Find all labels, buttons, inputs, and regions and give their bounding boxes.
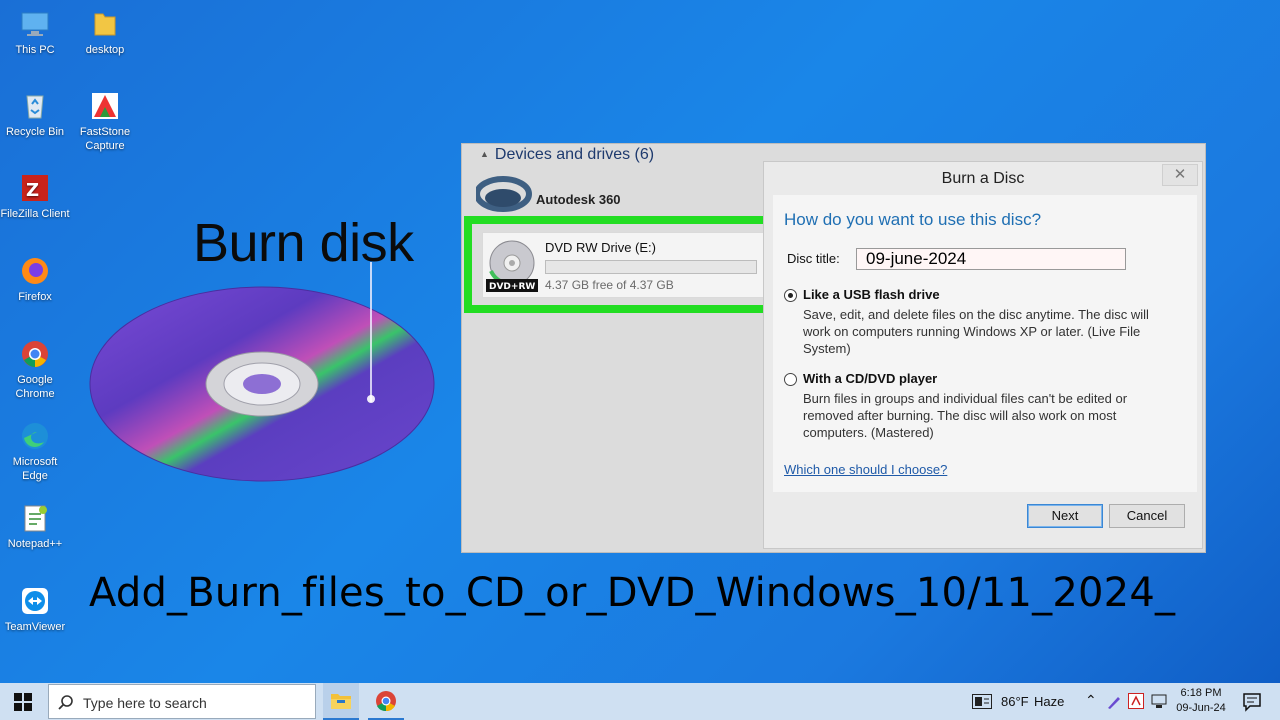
help-link[interactable]: Which one should I choose? bbox=[784, 462, 947, 477]
desktop-icon-label: TeamViewer bbox=[4, 621, 66, 633]
dialog-body: How do you want to use this disc? Disc t… bbox=[773, 195, 1197, 492]
search-icon bbox=[58, 695, 73, 710]
desktop-icon-edge[interactable]: Microsoft Edge bbox=[0, 420, 70, 483]
burn-disc-dialog: Burn a Disc ✕ How do you want to use thi… bbox=[763, 161, 1203, 549]
filezilla-icon: Z bbox=[19, 172, 51, 204]
search-placeholder: Type here to search bbox=[83, 695, 207, 711]
folder-icon bbox=[89, 8, 121, 40]
pen-icon[interactable] bbox=[1106, 694, 1122, 710]
cd-option-heading: With a CD/DVD player bbox=[803, 371, 938, 386]
autodesk-360-item[interactable]: Autodesk 360 bbox=[476, 174, 756, 218]
svg-text:Z: Z bbox=[26, 180, 39, 201]
taskbar-clock[interactable]: 6:18 PM 09-Jun-24 bbox=[1172, 686, 1230, 716]
option-usb-flash-drive[interactable]: Like a USB flash drive Save, edit, and d… bbox=[784, 287, 1184, 359]
this-pc-icon bbox=[19, 8, 51, 40]
taskbar: Type here to search 86°F Haze ⌃ 6:18 PM … bbox=[0, 683, 1280, 720]
desktop-icon-label: This PC bbox=[15, 44, 55, 56]
taskbar-search-box[interactable]: Type here to search bbox=[48, 684, 316, 719]
taskbar-chrome[interactable] bbox=[368, 683, 404, 720]
faststone-icon bbox=[89, 90, 121, 122]
cd-option-radio[interactable] bbox=[784, 373, 797, 386]
desktop-icon-label: desktop bbox=[85, 44, 125, 56]
notification-icon[interactable] bbox=[1242, 692, 1262, 712]
drive-usage-bar bbox=[545, 260, 757, 274]
desktop-icon-label: Recycle Bin bbox=[5, 126, 65, 138]
windows-start-icon[interactable] bbox=[14, 693, 32, 711]
teamviewer-icon bbox=[19, 585, 51, 617]
desktop-icon-label: Notepad++ bbox=[7, 538, 63, 550]
desktop-icon-chrome[interactable]: Google Chrome bbox=[0, 338, 70, 401]
usb-option-description: Save, edit, and delete files on the disc… bbox=[803, 307, 1149, 356]
chrome-icon bbox=[19, 338, 51, 370]
cd-option-description: Burn files in groups and individual file… bbox=[803, 391, 1128, 440]
desktop-icon-firefox[interactable]: Firefox bbox=[0, 255, 70, 304]
autodesk-360-label: Autodesk 360 bbox=[536, 192, 621, 207]
desktop-icon-label: Google Chrome bbox=[15, 374, 55, 400]
dvd-rw-drive-item[interactable]: DVD+RW DVD RW Drive (E:) 4.37 GB free of… bbox=[482, 232, 767, 298]
clock-time: 6:18 PM bbox=[1180, 687, 1222, 699]
clock-date: 09-Jun-24 bbox=[1176, 702, 1226, 714]
desktop-icon-desktop-folder[interactable]: desktop bbox=[70, 8, 140, 57]
desktop-icon-recycle-bin[interactable]: Recycle Bin bbox=[0, 90, 70, 139]
network-icon[interactable] bbox=[1151, 694, 1167, 709]
autodesk-360-icon bbox=[476, 176, 532, 212]
notepadpp-icon bbox=[19, 502, 51, 534]
desktop-icon-notepadpp[interactable]: Notepad++ bbox=[0, 502, 70, 551]
edge-icon bbox=[19, 420, 51, 452]
chrome-icon bbox=[376, 691, 396, 712]
usb-option-radio[interactable] bbox=[784, 289, 797, 302]
next-button[interactable]: Next bbox=[1027, 504, 1103, 528]
cancel-button[interactable]: Cancel bbox=[1109, 504, 1185, 528]
desktop-icon-label: FileZilla Client bbox=[0, 208, 70, 220]
devices-and-drives-header[interactable]: ▲ Devices and drives (6) bbox=[480, 146, 654, 164]
cd-disc-illustration bbox=[89, 262, 435, 482]
devices-header-label: Devices and drives (6) bbox=[494, 146, 655, 163]
desktop-icon-teamviewer[interactable]: TeamViewer bbox=[0, 585, 70, 634]
recycle-bin-icon bbox=[19, 90, 51, 122]
show-hidden-icons-chevron-icon[interactable]: ⌃ bbox=[1085, 692, 1097, 709]
desktop-icon-this-pc[interactable]: This PC bbox=[0, 8, 70, 57]
option-cd-dvd-player[interactable]: With a CD/DVD player Burn files in group… bbox=[784, 371, 1184, 443]
weather-description[interactable]: Haze bbox=[1034, 694, 1064, 709]
weather-temperature[interactable]: 86°F bbox=[1001, 694, 1029, 709]
svg-text:DVD+RW: DVD+RW bbox=[489, 282, 535, 292]
drive-name: DVD RW Drive (E:) bbox=[545, 240, 656, 255]
file-explorer-panel: ▲ Devices and drives (6) Autodesk 360 DVD… bbox=[461, 143, 1206, 553]
disc-title-label: Disc title: bbox=[787, 251, 840, 266]
desktop-icon-label: Firefox bbox=[18, 291, 52, 303]
close-icon[interactable]: ✕ bbox=[1162, 164, 1198, 186]
video-caption: Add_Burn_files_to_CD_or_DVD_Windows_10/1… bbox=[89, 570, 1176, 616]
desktop-icon-label: FastStone Capture bbox=[79, 126, 131, 152]
usb-option-heading: Like a USB flash drive bbox=[803, 287, 940, 302]
dvd-drive-icon: DVD+RW bbox=[486, 240, 538, 292]
drive-highlight-box: DVD+RW DVD RW Drive (E:) 4.37 GB free of… bbox=[464, 216, 775, 313]
desktop-icon-faststone[interactable]: FastStone Capture bbox=[70, 90, 140, 153]
file-explorer-icon bbox=[331, 694, 351, 709]
collapse-triangle-icon[interactable]: ▲ bbox=[480, 149, 489, 159]
firefox-icon bbox=[19, 255, 51, 287]
dialog-question: How do you want to use this disc? bbox=[784, 210, 1042, 229]
weather-icon[interactable] bbox=[972, 694, 992, 709]
drive-free-space: 4.37 GB free of 4.37 GB bbox=[545, 278, 674, 292]
taskbar-file-explorer[interactable] bbox=[323, 683, 359, 720]
desktop-icon-filezilla[interactable]: Z FileZilla Client bbox=[0, 172, 70, 221]
dialog-title: Burn a Disc bbox=[941, 170, 1025, 187]
disc-title-input[interactable]: 09-june-2024 bbox=[856, 248, 1126, 270]
acrobat-icon[interactable] bbox=[1128, 693, 1144, 709]
desktop-icon-label: Microsoft Edge bbox=[12, 456, 58, 482]
